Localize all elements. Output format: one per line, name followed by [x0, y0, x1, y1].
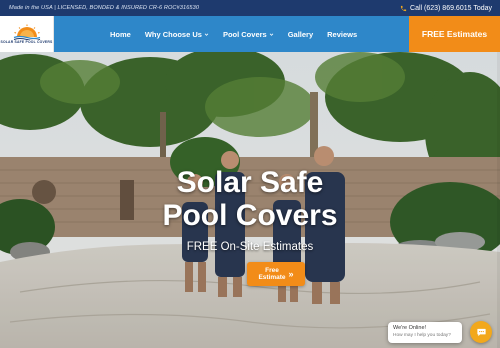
nav-item-home[interactable]: Home	[110, 30, 131, 39]
nav-item-label: Reviews	[327, 29, 358, 39]
phone-icon	[400, 5, 407, 11]
hero-title-line1: Solar Safe	[176, 166, 324, 199]
sun-logo-icon	[13, 24, 40, 40]
double-arrow-icon: »	[288, 268, 294, 279]
nav-item-pool-covers[interactable]: Pool Covers	[223, 30, 274, 39]
nav-item-label: Gallery	[287, 29, 314, 39]
nav-menu: Home Why Choose Us Pool Covers Gallery R…	[110, 16, 371, 52]
main-navigation: Solar Safe Pool Covers Home Why Choose U…	[0, 16, 500, 52]
logo-text: Solar Safe Pool Covers	[0, 39, 53, 44]
chat-launcher-button[interactable]	[470, 321, 492, 343]
chat-greeting-bubble[interactable]: We're Online! How may I help you today?	[388, 322, 462, 343]
nav-item-why-choose-us[interactable]: Why Choose Us	[145, 30, 209, 39]
free-estimate-button[interactable]: Free Estimate »	[247, 262, 305, 286]
hero-section: Solar Safe Pool Covers FREE On-Site Esti…	[0, 52, 500, 348]
nav-item-label: Pool Covers	[222, 29, 267, 39]
chevron-down-icon	[204, 32, 209, 36]
chat-status: We're Online!	[393, 325, 427, 331]
nav-item-gallery[interactable]: Gallery	[288, 30, 313, 39]
nav-item-label: Home	[110, 29, 131, 39]
nav-item-reviews[interactable]: Reviews	[327, 30, 357, 39]
nav-item-label: Why Choose Us	[144, 29, 202, 39]
chevron-down-icon	[269, 32, 273, 36]
free-estimate-label-line1: Free	[265, 266, 279, 274]
free-estimates-button[interactable]: FREE Estimates	[409, 16, 500, 52]
free-estimate-label-line2: Estimate	[258, 274, 286, 281]
phone-number: Call (623) 869.6015 Today	[410, 4, 492, 12]
hero-title-line2: Pool Covers	[162, 199, 338, 232]
chat-prompt: How may I help you today?	[393, 333, 451, 338]
license-notice: Made in the USA | LICENSED, BONDED & INS…	[9, 5, 200, 11]
chat-icon	[476, 328, 486, 336]
hero-subtitle: FREE On-Site Estimates	[186, 241, 314, 253]
free-estimate-label: Free Estimate	[258, 267, 285, 282]
site-logo[interactable]: Solar Safe Pool Covers	[0, 16, 54, 52]
phone-link[interactable]: Call (623) 869.6015 Today	[400, 5, 492, 12]
top-info-bar: Made in the USA | LICENSED, BONDED & INS…	[0, 0, 500, 16]
